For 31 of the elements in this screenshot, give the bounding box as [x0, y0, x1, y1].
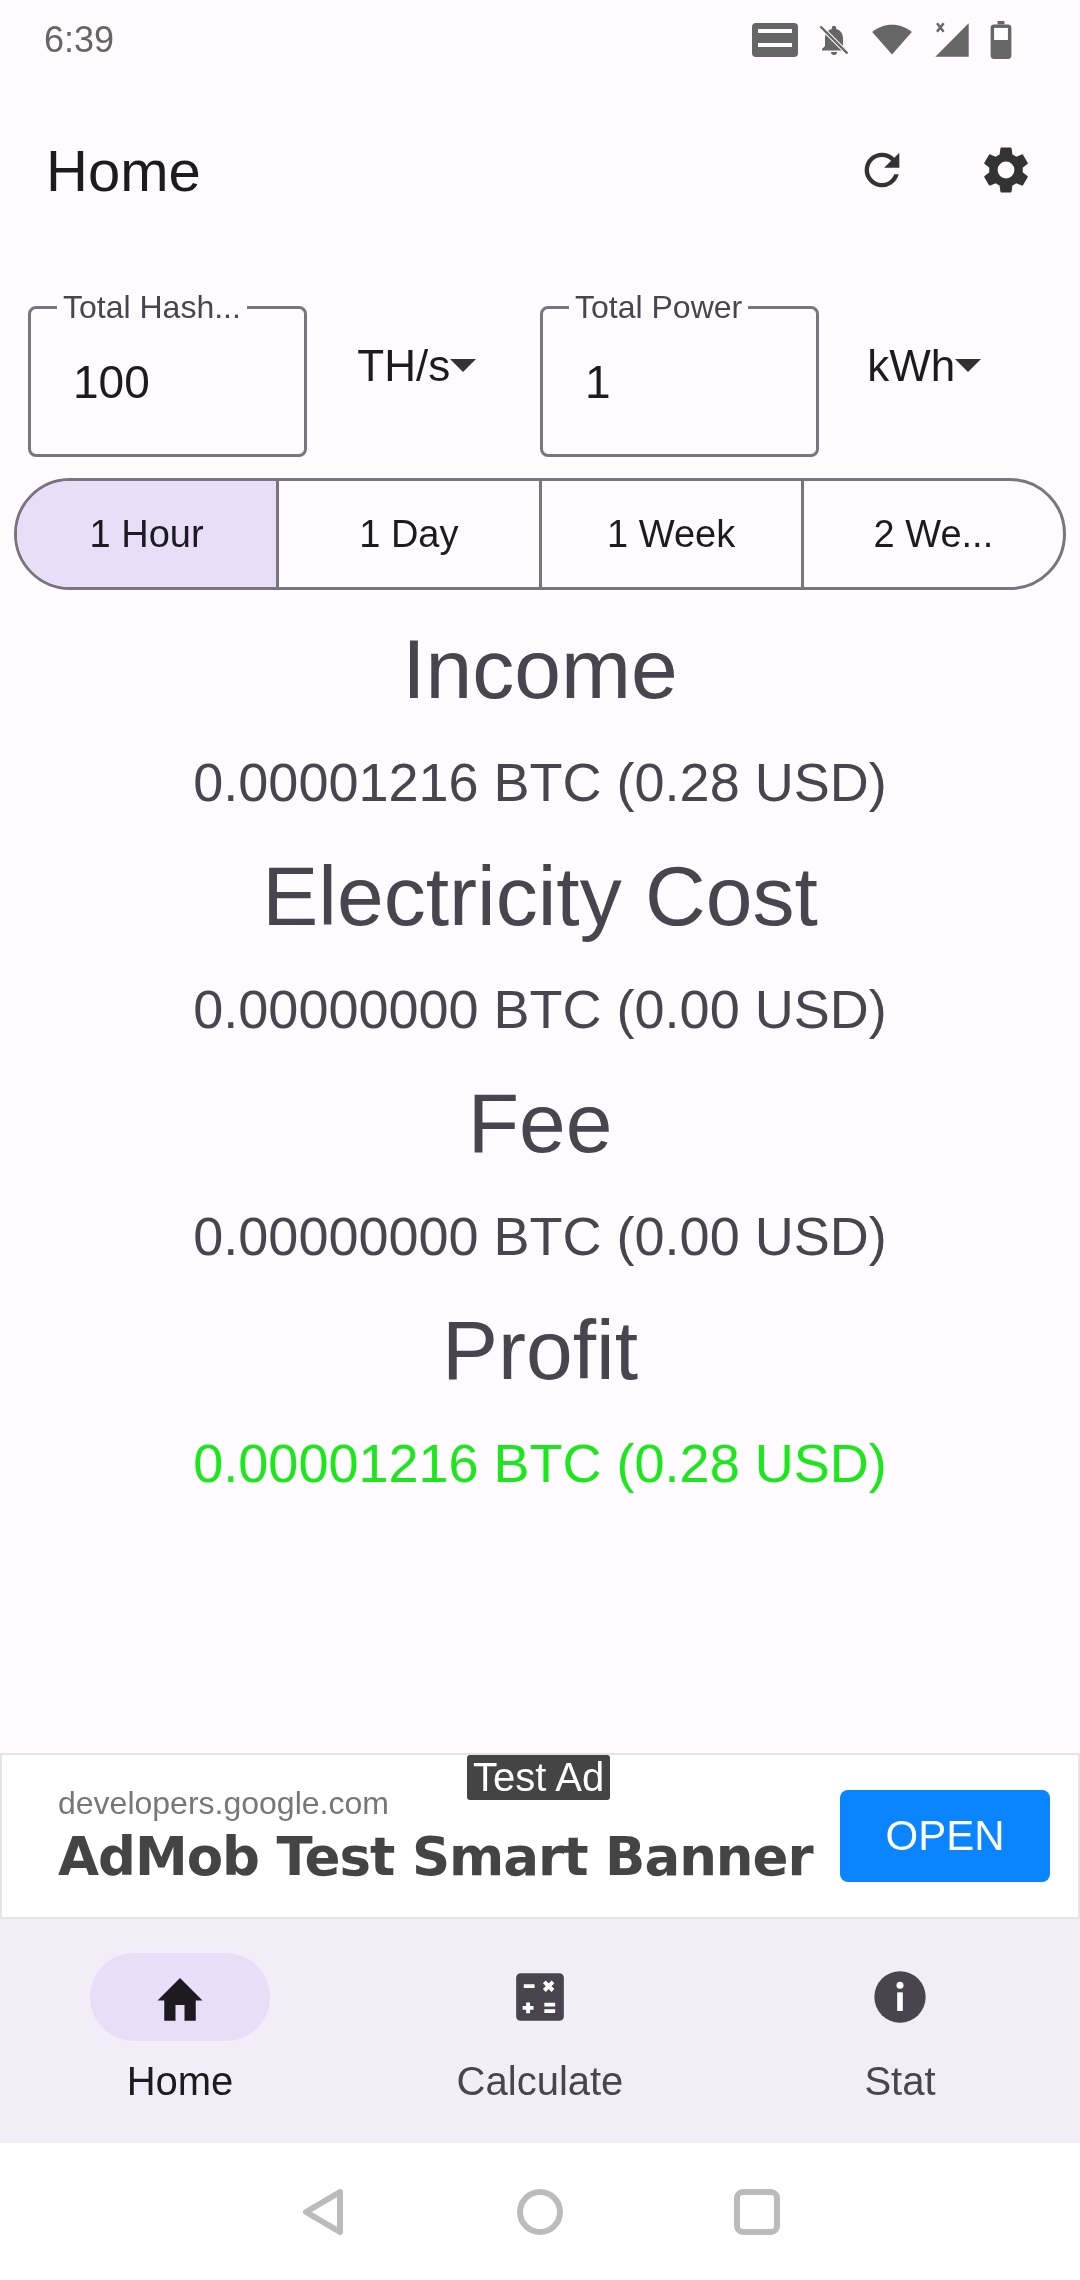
- ad-domain: developers.google.com: [58, 1785, 390, 1822]
- period-tab[interactable]: 1 Day: [276, 481, 539, 587]
- result-value: 0.00001216 BTC (0.28 USD): [193, 751, 887, 814]
- open-button[interactable]: OPEN: [840, 1790, 1050, 1882]
- unit-dropdown[interactable]: TH/s: [307, 341, 541, 391]
- nav-label[interactable]: Stat: [864, 2059, 936, 2104]
- info-icon: [872, 1969, 928, 2025]
- ad-headline: AdMob Test Smart Banner: [58, 1826, 815, 1887]
- bell-off-icon: [816, 22, 852, 58]
- result-heading: Profit: [441, 1302, 639, 1399]
- ad-badge: Test Ad: [467, 1755, 611, 1800]
- dropdown-arrow-icon: [450, 359, 477, 373]
- signal-icon: [932, 20, 972, 60]
- result-value: 0.00000000 BTC (0.00 USD): [193, 1205, 887, 1268]
- nav-label[interactable]: Home: [126, 2059, 234, 2104]
- nav-label[interactable]: Calculate: [456, 2059, 624, 2104]
- result-value: 0.00000000 BTC (0.00 USD): [193, 978, 887, 1041]
- result-value: 0.00001216 BTC (0.28 USD): [193, 1432, 887, 1495]
- battery-icon: [990, 21, 1012, 59]
- calculator-icon: [514, 1971, 566, 2023]
- result-heading: Electricity Cost: [262, 848, 818, 945]
- period-tab[interactable]: 1 Hour: [17, 481, 277, 587]
- period-tab[interactable]: 2 We...: [800, 481, 1063, 587]
- result-heading: Fee: [467, 1075, 613, 1172]
- period-tab[interactable]: 1 Week: [538, 481, 801, 587]
- ad-banner[interactable]: Test Ad developers.google.com AdMob Test Smart Banner OPEN: [0, 1753, 1080, 1919]
- unit-dropdown[interactable]: kWh: [819, 341, 1052, 391]
- dropdown-arrow-icon: [955, 359, 982, 373]
- screen-title: Home: [46, 136, 202, 204]
- status-time: 6:39: [44, 19, 115, 61]
- result-heading: Income: [402, 621, 678, 718]
